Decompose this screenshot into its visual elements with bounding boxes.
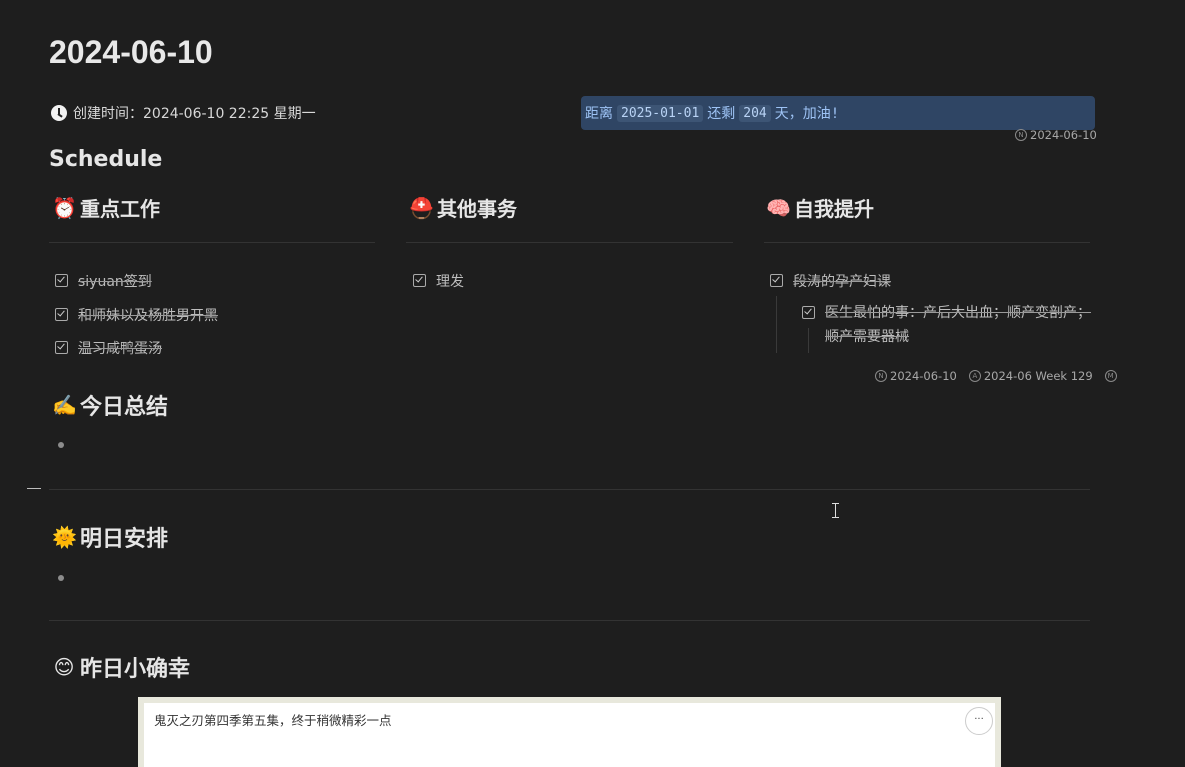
created-marker-icon: N — [875, 370, 887, 382]
task-item[interactable]: 段涛的孕产妇课 — [770, 271, 891, 291]
countdown-middle: 还剩 — [707, 106, 736, 122]
divider — [406, 242, 733, 243]
checkbox-checked-icon[interactable] — [55, 308, 68, 321]
helmet-icon: ⛑️ — [409, 195, 434, 220]
tag-marker-icon: A — [968, 370, 981, 382]
drag-handle-icon[interactable] — [27, 488, 41, 489]
sun-icon: 🌞 — [52, 525, 77, 549]
subtask-item[interactable]: 医生最怕的事：产后大出血；顺产变剖产；顺产需要器械 — [802, 305, 1092, 349]
checkbox-checked-icon[interactable] — [802, 306, 815, 319]
divider — [764, 242, 1090, 243]
checkbox-checked-icon[interactable] — [770, 274, 783, 287]
divider — [49, 242, 375, 243]
card-text: 鬼灭之刃第四季第五集，终于稍微精彩一点 — [154, 713, 392, 728]
countdown-meta: N 2024-06-10 — [1015, 128, 1097, 142]
checkbox-checked-icon[interactable] — [55, 274, 68, 287]
task-item[interactable]: 和师妹以及杨胜男开黑 — [55, 305, 218, 325]
empty-bullet[interactable] — [58, 575, 64, 581]
card-body: 鬼灭之刃第四季第五集，终于稍微精彩一点 ··· — [144, 703, 995, 767]
divider — [49, 489, 1090, 490]
countdown-suffix: 天，加油! — [774, 106, 840, 122]
alarm-clock-icon: ⏰ — [52, 195, 77, 220]
brain-icon: 🧠 — [766, 195, 791, 220]
countdown-date: 2025-01-01 — [617, 104, 704, 122]
created-marker-icon: N — [1015, 129, 1027, 141]
more-marker-icon: M — [1104, 370, 1117, 382]
countdown-prefix: 距离 — [585, 106, 613, 122]
schedule-meta: N 2024-06-10 A 2024-06 Week 129 M — [875, 369, 1117, 383]
task-item[interactable]: siyuan签到 — [55, 271, 152, 291]
more-options-button[interactable]: ··· — [965, 707, 993, 735]
column-heading-work: ⏰ 重点工作 — [52, 195, 160, 222]
section-summary-heading: ✍️ 今日总结 — [52, 393, 169, 420]
countdown-block[interactable]: 距离 2025-01-01 还剩 204 天，加油! — [581, 96, 1095, 130]
indent-guide — [776, 296, 777, 353]
text-cursor-icon — [832, 503, 839, 518]
task-item[interactable]: 温习咸鸭蛋汤 — [55, 338, 162, 358]
embedded-card[interactable]: 鬼灭之刃第四季第五集，终于稍微精彩一点 ··· — [138, 697, 1001, 767]
column-heading-other: ⛑️ 其他事务 — [409, 195, 517, 222]
task-item[interactable]: 理发 — [413, 271, 464, 291]
created-time-row: 创建时间：2024-06-10 22:25 星期一 — [51, 103, 316, 123]
clock-icon — [51, 105, 67, 121]
empty-bullet[interactable] — [58, 442, 64, 448]
created-time-text: 创建时间：2024-06-10 22:25 星期一 — [73, 106, 316, 122]
column-heading-growth: 🧠 自我提升 — [766, 195, 874, 222]
smiling-face-icon: 😊 — [53, 655, 75, 679]
page-title: 2024-06-10 — [49, 34, 213, 70]
checkbox-checked-icon[interactable] — [55, 341, 68, 354]
checkbox-checked-icon[interactable] — [413, 274, 426, 287]
writing-hand-icon: ✍️ — [52, 393, 77, 417]
divider — [49, 620, 1090, 621]
schedule-heading: Schedule — [49, 147, 163, 172]
section-tomorrow-heading: 🌞 明日安排 — [52, 525, 169, 552]
countdown-days: 204 — [739, 104, 771, 122]
section-happiness-heading: 😊 昨日小确幸 — [53, 655, 191, 682]
